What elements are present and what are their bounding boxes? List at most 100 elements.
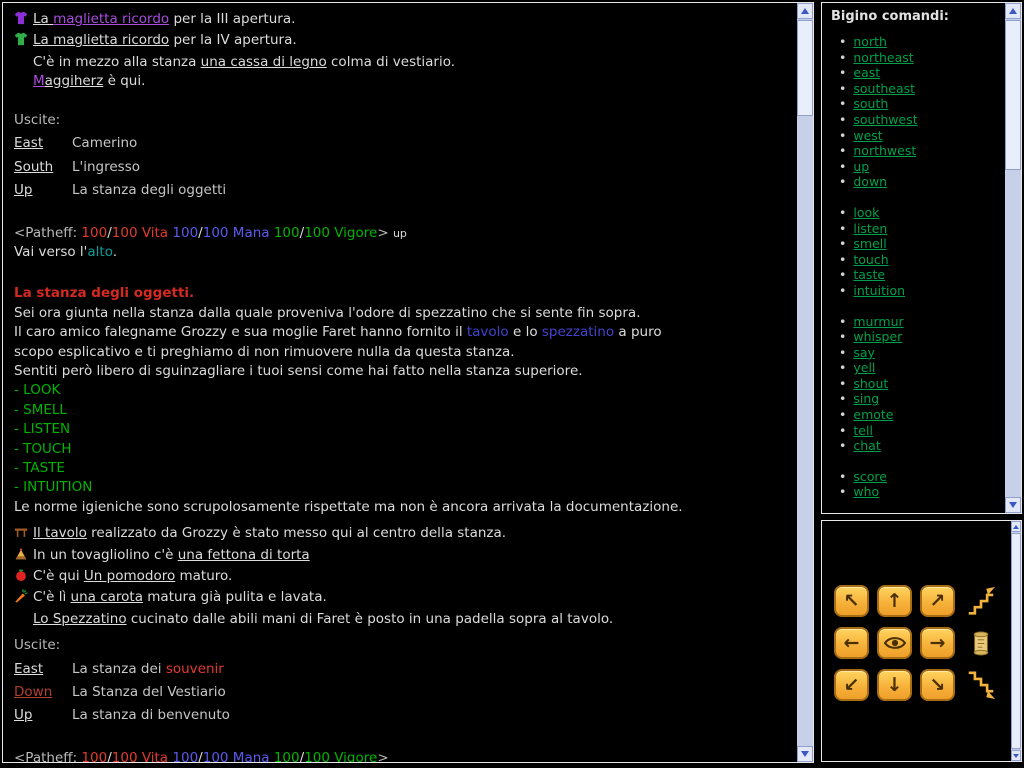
- text-segment: 100 Mana: [203, 750, 270, 762]
- move-southwest-button[interactable]: ↙: [834, 669, 869, 701]
- item-link-carota[interactable]: una carota: [71, 589, 143, 605]
- terminal-line: scopo esplicativo e ti preghiamo di non …: [14, 343, 790, 362]
- command-link-west[interactable]: west: [853, 128, 882, 143]
- commands-scrollbar[interactable]: [1005, 3, 1021, 513]
- command-list: northnortheasteastsoutheastsouthsouthwes…: [822, 34, 1004, 500]
- text-segment: >: [377, 750, 388, 762]
- text-segment: alto: [87, 244, 112, 260]
- exit-down[interactable]: Down: [14, 683, 72, 702]
- item-link-cassa[interactable]: una cassa di legno: [201, 54, 327, 70]
- command-link-south[interactable]: south: [853, 96, 888, 111]
- text-segment: >: [377, 225, 393, 241]
- command-group: scorewho: [831, 469, 1004, 500]
- exit-east-2[interactable]: East: [14, 660, 72, 679]
- commands-scroll-down-button[interactable]: [1005, 497, 1021, 513]
- stairs-up-icon[interactable]: [963, 585, 998, 617]
- move-east-button[interactable]: →: [920, 627, 955, 659]
- navigation-scrollbar-thumb[interactable]: [1011, 533, 1021, 749]
- command-link-east[interactable]: east: [853, 65, 880, 80]
- command-link-northeast[interactable]: northeast: [853, 50, 913, 65]
- move-south-button[interactable]: ↓: [877, 669, 912, 701]
- command-link-emote[interactable]: emote: [853, 407, 893, 422]
- nav-scroll-up-button[interactable]: [1011, 521, 1021, 532]
- terminal-line: EastLa stanza dei souvenir: [14, 660, 790, 679]
- item-link-maglietta-iii[interactable]: maglietta ricordo: [53, 11, 169, 27]
- move-southeast-button[interactable]: ↘: [920, 669, 955, 701]
- command-link-who[interactable]: who: [853, 484, 879, 499]
- text-segment: 100 Vita: [112, 225, 168, 241]
- command-link-touch[interactable]: touch: [853, 252, 888, 267]
- text-segment: .: [113, 244, 117, 260]
- down-arrow-icon: [1013, 754, 1019, 758]
- terminal-line: [14, 205, 790, 224]
- commands-scroll-up-button[interactable]: [1005, 3, 1021, 19]
- item-link-pomodoro[interactable]: Un pomodoro: [84, 568, 175, 584]
- item-link-spezzatino-room[interactable]: Lo Spezzatino: [33, 611, 127, 627]
- exit-south[interactable]: South: [14, 158, 72, 177]
- exit-east[interactable]: East: [14, 134, 72, 153]
- command-link-smell[interactable]: smell: [853, 236, 886, 251]
- terminal-line: [14, 730, 790, 749]
- command-link-yell[interactable]: yell: [853, 360, 875, 375]
- command-link-listen[interactable]: listen: [853, 221, 887, 236]
- move-northeast-button[interactable]: ↗: [920, 585, 955, 617]
- command-link-chat[interactable]: chat: [853, 438, 880, 453]
- terminal-line: UpLa stanza di benvenuto: [14, 706, 790, 725]
- text-segment: a puro: [614, 324, 662, 340]
- up-arrow-icon: [801, 8, 809, 14]
- command-item: yell: [839, 360, 1004, 376]
- command-link-shout[interactable]: shout: [853, 376, 888, 391]
- command-item: northeast: [839, 50, 1004, 66]
- terminal-line: [14, 263, 790, 282]
- terminal-line: [14, 92, 790, 111]
- command-link-sing[interactable]: sing: [853, 391, 879, 406]
- main-scrollbar[interactable]: [797, 3, 813, 762]
- terminal-line: <Patheff: 100/100 Vita 100/100 Mana 100/…: [14, 749, 790, 762]
- stairs-down-icon[interactable]: [963, 669, 998, 701]
- nav-scroll-down-button[interactable]: [1011, 750, 1021, 761]
- item-link-tavolo[interactable]: tavolo: [467, 324, 509, 340]
- command-item: up: [839, 159, 1004, 175]
- text-segment: Sei ora giunta nella stanza dalla quale …: [14, 305, 640, 321]
- command-link-up[interactable]: up: [853, 159, 869, 174]
- command-link-down[interactable]: down: [853, 174, 887, 189]
- move-west-button[interactable]: ←: [834, 627, 869, 659]
- command-link-murmur[interactable]: murmur: [853, 314, 903, 329]
- scroll-icon[interactable]: [963, 627, 998, 659]
- main-scrollbar-thumb[interactable]: [797, 20, 813, 116]
- text-segment: L'ingresso: [72, 159, 140, 175]
- command-link-intuition[interactable]: intuition: [853, 283, 905, 298]
- text-segment: 100 Vigore: [304, 750, 377, 762]
- game-output-panel: La maglietta ricordo per la III apertura…: [2, 2, 814, 763]
- navigation-scrollbar[interactable]: [1011, 521, 1021, 761]
- move-north-button[interactable]: ↑: [877, 585, 912, 617]
- command-link-look[interactable]: look: [853, 205, 879, 220]
- command-link-taste[interactable]: taste: [853, 267, 885, 282]
- exit-up[interactable]: Up: [14, 181, 72, 200]
- move-northwest-button[interactable]: ↖: [834, 585, 869, 617]
- command-link-tell[interactable]: tell: [853, 423, 873, 438]
- look-button[interactable]: [877, 627, 912, 659]
- item-link-torta[interactable]: una fettona di torta: [178, 547, 310, 563]
- command-link-northwest[interactable]: northwest: [853, 143, 916, 158]
- command-link-north[interactable]: north: [853, 34, 887, 49]
- text-segment: up: [393, 227, 407, 240]
- commands-scrollbar-thumb[interactable]: [1005, 20, 1021, 170]
- item-link-maglietta-iii[interactable]: La: [33, 11, 53, 27]
- text-segment: Uscite:: [14, 112, 60, 128]
- item-link-spezzatino[interactable]: spezzatino: [542, 324, 614, 340]
- command-link-whisper[interactable]: whisper: [853, 329, 902, 344]
- item-link-tavolo-room[interactable]: Il tavolo: [33, 525, 87, 541]
- player-link-maggiherz[interactable]: aggiherz: [45, 73, 104, 89]
- main-scroll-down-button[interactable]: [797, 746, 813, 762]
- command-link-score[interactable]: score: [853, 469, 887, 484]
- exit-up-2[interactable]: Up: [14, 706, 72, 725]
- main-scroll-up-button[interactable]: [797, 3, 813, 19]
- command-reference-panel: Bigino comandi: northnortheasteastsouthe…: [821, 2, 1022, 514]
- text-segment: 100: [172, 750, 198, 762]
- command-link-southwest[interactable]: southwest: [853, 112, 917, 127]
- player-link-maggiherz[interactable]: M: [33, 73, 45, 89]
- command-link-say[interactable]: say: [853, 345, 875, 360]
- command-link-southeast[interactable]: southeast: [853, 81, 915, 96]
- item-link-maglietta-iv[interactable]: La maglietta ricordo: [33, 32, 169, 48]
